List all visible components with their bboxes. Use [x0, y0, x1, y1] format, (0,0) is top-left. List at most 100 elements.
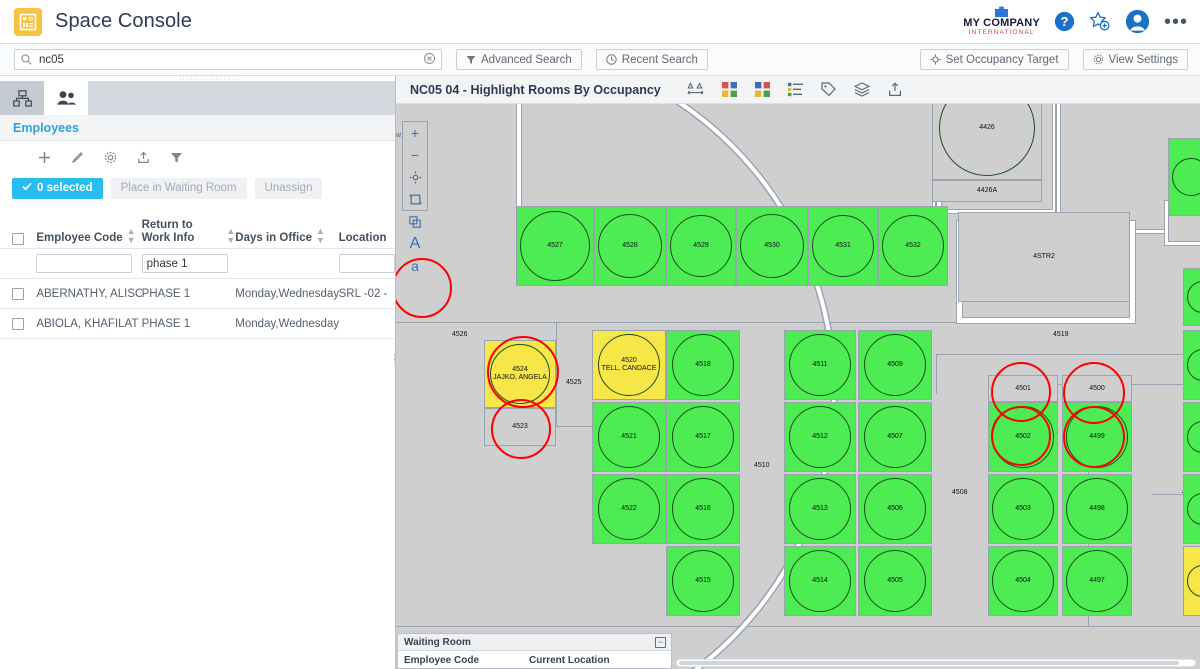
selected-count-label: 0 selected — [37, 182, 93, 194]
set-occupancy-target-button[interactable]: Set Occupancy Target — [919, 49, 1069, 70]
edit-icon[interactable] — [71, 151, 84, 164]
highlight-rooms-icon[interactable] — [754, 82, 770, 97]
floorplan-room[interactable]: 4524 JAJKO, ANGELA — [484, 340, 556, 408]
column-header-employee-code[interactable]: Employee Code ▲ ▼ — [36, 227, 141, 245]
sort-icon[interactable]: ▲ ▼ — [127, 227, 136, 245]
floorplan-room[interactable]: 4501 — [988, 375, 1058, 402]
floorplan-room[interactable]: 4518 — [666, 330, 740, 400]
floorplan-room[interactable]: 4509 — [858, 330, 932, 400]
check-icon — [22, 182, 32, 194]
floorplan-room[interactable] — [1183, 330, 1200, 400]
sort-icon[interactable]: ▲ ▼ — [316, 227, 325, 245]
floorplan-room[interactable]: 4516 — [666, 474, 740, 544]
column-header-days-in-office[interactable]: Days in Office ▲ ▼ — [235, 227, 338, 245]
table-row[interactable]: ABERNATHY, ALISON PHASE 1 Monday,Wednesd… — [0, 279, 395, 309]
map-scrollbar-thumb[interactable] — [679, 661, 1179, 665]
floorplan-room[interactable]: 4514 — [784, 546, 856, 616]
floorplan-room[interactable]: 4513 — [784, 474, 856, 544]
floorplan-room[interactable]: 4522 — [592, 474, 666, 544]
floorplan-room[interactable]: 4523 — [484, 408, 556, 446]
floorplan-room[interactable]: 4527 — [516, 206, 594, 286]
advanced-search-button[interactable]: Advanced Search — [456, 49, 582, 70]
tab-org-chart[interactable] — [0, 81, 44, 115]
floorplan-room[interactable]: 4504 — [988, 546, 1058, 616]
sort-icon[interactable]: ▲ ▼ — [226, 227, 235, 245]
floorplan-room[interactable] — [1183, 268, 1200, 326]
floorplan-room[interactable] — [1168, 138, 1200, 216]
floorplan-room[interactable] — [1183, 402, 1200, 472]
search-box[interactable] — [14, 49, 442, 70]
row-checkbox[interactable] — [12, 287, 25, 300]
more-options-icon[interactable]: ••• — [1164, 12, 1188, 32]
floorplan-room[interactable]: 4505 — [858, 546, 932, 616]
selected-count-button[interactable]: 0 selected — [12, 177, 103, 199]
floorplan-room[interactable]: 4521 — [592, 402, 666, 472]
floorplan-room[interactable]: 4517 — [666, 402, 740, 472]
panel-resize-handle[interactable]: ⋮ ⋮ — [391, 354, 398, 381]
select-all-checkbox[interactable] — [12, 233, 25, 245]
text-small-tool[interactable]: a — [403, 255, 427, 277]
floorplan-room[interactable]: 4520 TELL, CANDACE — [592, 330, 666, 400]
recent-search-button[interactable]: Recent Search — [595, 49, 708, 70]
floorplan-room[interactable]: 4500 — [1062, 375, 1132, 402]
floorplan-room[interactable]: 4506 — [858, 474, 932, 544]
locate-tool[interactable] — [403, 166, 427, 188]
floorplan-room[interactable] — [1183, 474, 1200, 544]
row-checkbox[interactable] — [12, 317, 25, 330]
clear-icon[interactable] — [424, 52, 435, 67]
floorplan-room[interactable]: 4530 — [736, 206, 808, 286]
filter-employee-code-input[interactable] — [36, 254, 133, 273]
unassign-button[interactable]: Unassign — [254, 177, 323, 199]
search-input[interactable] — [37, 52, 407, 67]
zoom-out-tool[interactable]: − — [403, 144, 427, 166]
floorplan-canvas[interactable]: + − A a w1 4527 4528 4529 4530 4531 4532… — [396, 104, 1200, 669]
floorplan-room[interactable]: 4497 — [1062, 546, 1132, 616]
floorplan-room[interactable]: 4503 — [988, 474, 1058, 544]
text-large-tool[interactable]: A — [403, 233, 427, 255]
floorplan-room[interactable]: 4511 — [784, 330, 856, 400]
add-icon[interactable] — [38, 151, 51, 164]
collapse-icon[interactable]: − — [655, 636, 666, 648]
copy-tool[interactable] — [403, 211, 427, 233]
floorplan-room[interactable]: 4515 — [666, 546, 740, 616]
room-seat-circle — [864, 550, 926, 612]
floorplan-room[interactable] — [1183, 546, 1200, 616]
floorplan-room[interactable]: 4512 — [784, 402, 856, 472]
tag-icon[interactable] — [821, 82, 836, 97]
view-settings-button[interactable]: View Settings — [1082, 49, 1188, 70]
floorplan-room[interactable]: 4531 — [808, 206, 878, 286]
floorplan-room[interactable]: 4426 — [932, 104, 1042, 180]
floorplan-room[interactable]: 4502 — [988, 402, 1058, 472]
add-favorite-icon[interactable] — [1089, 11, 1111, 32]
filter-location-input[interactable] — [338, 254, 395, 273]
help-icon[interactable]: ? — [1054, 11, 1075, 32]
place-in-waiting-room-button[interactable]: Place in Waiting Room — [110, 177, 247, 199]
export-icon[interactable] — [137, 151, 150, 164]
floorplan-room[interactable]: 4498 — [1062, 474, 1132, 544]
room-seat-circle — [864, 406, 926, 468]
user-avatar-icon[interactable] — [1125, 9, 1150, 34]
list-view-icon[interactable] — [787, 82, 803, 97]
column-header-location[interactable]: Location — [339, 232, 395, 245]
floorplan-room[interactable]: 4426A — [932, 180, 1042, 202]
measure-distance-icon[interactable] — [687, 82, 704, 97]
column-header-return-to-work[interactable]: Return to Work Info ▲ ▼ — [142, 219, 236, 245]
floorplan-room[interactable]: 4528 — [594, 206, 666, 286]
selection-toolbar: 0 selected Place in Waiting Room Unassig… — [0, 174, 395, 202]
table-row[interactable]: ABIOLA, KHAFILAT PHASE 1 Monday,Wednesda… — [0, 309, 395, 339]
settings-icon[interactable] — [104, 151, 117, 164]
floorplan-room[interactable]: 4532 — [878, 206, 948, 286]
floorplan-room[interactable]: 4529 — [666, 206, 736, 286]
floorplan-room[interactable]: 4499 — [1062, 402, 1132, 472]
zoom-in-tool[interactable]: + — [403, 122, 427, 144]
color-legend-icon[interactable] — [721, 82, 737, 97]
floorplan-room[interactable]: 4507 — [858, 402, 932, 472]
floorplan-room[interactable]: 4STR2 — [958, 212, 1130, 302]
filter-return-to-work-input[interactable] — [141, 254, 228, 273]
tab-employees[interactable] — [44, 81, 88, 115]
map-horizontal-scrollbar[interactable] — [676, 659, 1196, 667]
filter-icon[interactable] — [170, 151, 183, 164]
fit-extent-tool[interactable] — [403, 188, 427, 210]
layers-icon[interactable] — [853, 82, 870, 97]
export-map-icon[interactable] — [888, 82, 902, 97]
